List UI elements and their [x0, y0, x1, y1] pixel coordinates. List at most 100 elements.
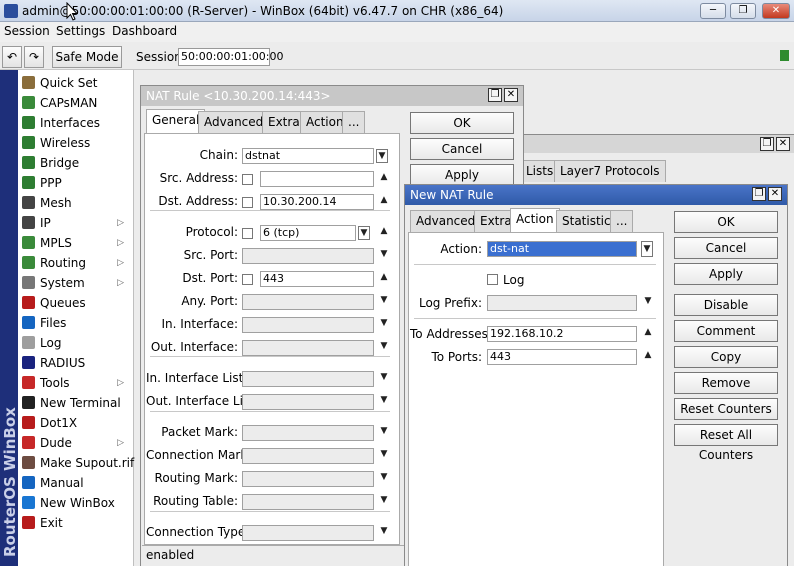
sidebar-item-files[interactable]: Files [22, 313, 132, 333]
sidebar-item-new-winbox[interactable]: New WinBox [22, 493, 132, 513]
chevron-up-icon[interactable]: ▲ [642, 350, 654, 360]
redo-button[interactable]: ↷ [24, 46, 44, 68]
sidebar-item-interfaces[interactable]: Interfaces [22, 113, 132, 133]
dst-port-input[interactable]: 443 [260, 271, 374, 287]
connection-mark-input[interactable] [242, 448, 374, 464]
ok-button[interactable]: OK [410, 112, 514, 134]
menu-settings[interactable]: Settings [56, 24, 105, 38]
minimize-button[interactable]: ─ [700, 3, 726, 19]
session-input[interactable]: 50:00:00:01:00:00 [178, 48, 284, 66]
sidebar-item-ip[interactable]: IP ▷ [22, 213, 132, 233]
chevron-down-icon[interactable]: ▼ [378, 426, 390, 436]
reset-all-counters-button[interactable]: Reset All Counters [674, 424, 778, 462]
restore-icon[interactable]: ❐ [760, 137, 774, 151]
chevron-down-icon[interactable]: ▼ [378, 249, 390, 259]
in-interface-list-input[interactable] [242, 371, 374, 387]
reset-counters-button[interactable]: Reset Counters [674, 398, 778, 420]
chevron-down-icon[interactable]: ▼ [378, 372, 390, 382]
protocol-checkbox[interactable] [242, 228, 253, 239]
chevron-down-icon[interactable]: ▼ [641, 241, 653, 257]
close-button[interactable]: ✕ [762, 3, 790, 19]
maximize-button[interactable]: ❐ [730, 3, 756, 19]
menu-dashboard[interactable]: Dashboard [112, 24, 177, 38]
disable-button[interactable]: Disable [674, 294, 778, 316]
chevron-down-icon[interactable]: ▼ [378, 295, 390, 305]
sidebar-item-capsman[interactable]: CAPsMAN [22, 93, 132, 113]
sidebar-item-bridge[interactable]: Bridge [22, 153, 132, 173]
to-addresses-input[interactable]: 192.168.10.2 [487, 326, 637, 342]
sidebar-item-tools[interactable]: Tools ▷ [22, 373, 132, 393]
sidebar-item-routing[interactable]: Routing ▷ [22, 253, 132, 273]
tab-advanced[interactable]: Advanced [410, 210, 482, 232]
chevron-down-icon[interactable]: ▼ [378, 472, 390, 482]
close-icon[interactable]: ✕ [776, 137, 790, 151]
remove-button[interactable]: Remove [674, 372, 778, 394]
sidebar-item-log[interactable]: Log [22, 333, 132, 353]
apply-button[interactable]: Apply [410, 164, 514, 186]
menu-session[interactable]: Session [4, 24, 50, 38]
undo-button[interactable]: ↶ [2, 46, 22, 68]
sidebar-item-dot1x[interactable]: Dot1X [22, 413, 132, 433]
src-address-checkbox[interactable] [242, 174, 253, 185]
tab-layer7-protocols[interactable]: Layer7 Protocols [554, 160, 666, 182]
tab-general[interactable]: General [146, 109, 206, 133]
log-prefix-input[interactable] [487, 295, 637, 311]
sidebar-item-wireless[interactable]: Wireless [22, 133, 132, 153]
chevron-up-icon[interactable]: ▲ [378, 272, 390, 282]
sidebar-item-ppp[interactable]: PPP [22, 173, 132, 193]
restore-icon[interactable]: ❐ [752, 187, 766, 201]
comment-button[interactable]: Comment [674, 320, 778, 342]
src-address-input[interactable] [260, 171, 374, 187]
chevron-down-icon[interactable]: ▼ [378, 449, 390, 459]
out-interface-list-input[interactable] [242, 394, 374, 410]
chevron-down-icon[interactable]: ▼ [378, 526, 390, 536]
apply-button[interactable]: Apply [674, 263, 778, 285]
packet-mark-input[interactable] [242, 425, 374, 441]
chevron-up-icon[interactable]: ▲ [378, 226, 390, 236]
chevron-down-icon[interactable]: ▼ [378, 341, 390, 351]
log-checkbox[interactable] [487, 274, 498, 285]
sidebar-item-make-supout-rif[interactable]: Make Supout.rif [22, 453, 134, 473]
chevron-down-icon[interactable]: ▼ [642, 296, 654, 306]
sidebar-item-new-terminal[interactable]: New Terminal [22, 393, 132, 413]
sidebar-item-mesh[interactable]: Mesh [22, 193, 132, 213]
sidebar-item-queues[interactable]: Queues [22, 293, 132, 313]
sidebar-item-system[interactable]: System ▷ [22, 273, 132, 293]
close-icon[interactable]: ✕ [768, 187, 782, 201]
chevron-up-icon[interactable]: ▲ [642, 327, 654, 337]
copy-button[interactable]: Copy [674, 346, 778, 368]
chevron-up-icon[interactable]: ▲ [378, 172, 390, 182]
safe-mode-button[interactable]: Safe Mode [52, 46, 122, 68]
chevron-down-icon[interactable]: ▼ [378, 395, 390, 405]
sidebar-item-quick-set[interactable]: Quick Set [22, 73, 132, 93]
chevron-down-icon[interactable]: ▼ [376, 149, 388, 163]
cancel-button[interactable]: Cancel [674, 237, 778, 259]
restore-icon[interactable]: ❐ [488, 88, 502, 102]
routing-mark-input[interactable] [242, 471, 374, 487]
action-select[interactable]: dst-nat [487, 241, 637, 257]
chevron-down-icon[interactable]: ▼ [378, 318, 390, 328]
chain-input[interactable]: dstnat [242, 148, 374, 164]
dst-address-checkbox[interactable] [242, 197, 253, 208]
src-port-input[interactable] [242, 248, 374, 264]
tab-more[interactable]: ... [342, 111, 366, 133]
out-interface-input[interactable] [242, 340, 374, 356]
protocol-input[interactable]: 6 (tcp) [260, 225, 356, 241]
tab-more[interactable]: ... [610, 210, 634, 232]
dst-address-input[interactable]: 10.30.200.14 [260, 194, 374, 210]
any-port-input[interactable] [242, 294, 374, 310]
sidebar-item-radius[interactable]: RADIUS [22, 353, 132, 373]
tab-action[interactable]: Action [510, 208, 560, 232]
cancel-button[interactable]: Cancel [410, 138, 514, 160]
sidebar-item-dude[interactable]: Dude ▷ [22, 433, 132, 453]
close-icon[interactable]: ✕ [504, 88, 518, 102]
ok-button[interactable]: OK [674, 211, 778, 233]
sidebar-item-manual[interactable]: Manual [22, 473, 132, 493]
sidebar-item-mpls[interactable]: MPLS ▷ [22, 233, 132, 253]
tab-advanced[interactable]: Advanced [198, 111, 270, 133]
chevron-down-icon[interactable]: ▼ [358, 226, 370, 240]
connection-type-input[interactable] [242, 525, 374, 541]
to-ports-input[interactable]: 443 [487, 349, 637, 365]
in-interface-input[interactable] [242, 317, 374, 333]
sidebar-item-exit[interactable]: Exit [22, 513, 132, 533]
